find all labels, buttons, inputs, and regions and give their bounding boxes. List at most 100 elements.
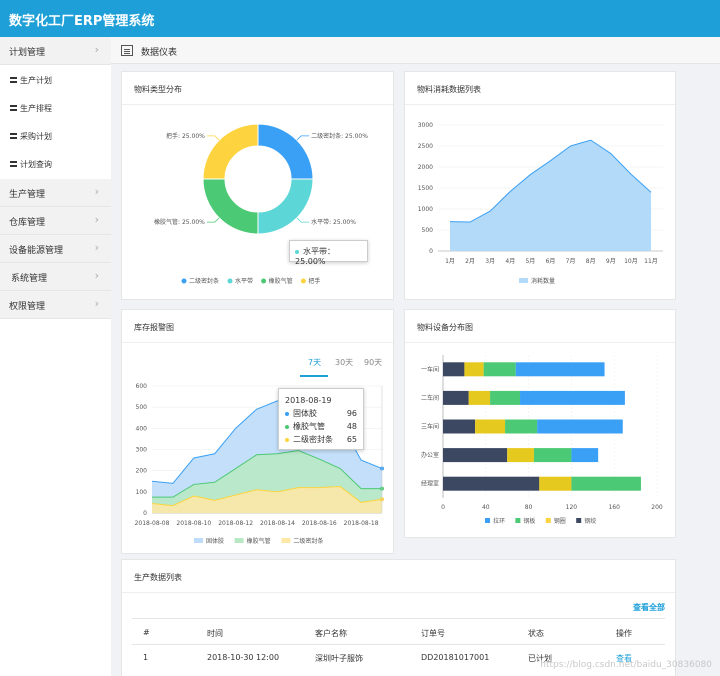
sidebar: 计划管理 › 生产计划 生产排程 采购计划 计划查询 生产管理 › 仓库管理 ›… bbox=[0, 37, 111, 676]
sidebar-subitem-query[interactable]: 计划查询 bbox=[0, 150, 111, 178]
y-tick-label: 500 bbox=[422, 227, 434, 234]
tooltip-row: 二级密封条 65 bbox=[285, 433, 357, 446]
sidebar-item-label: 仓库管理 bbox=[9, 218, 46, 228]
sidebar-item-system[interactable]: 系统管理 › bbox=[0, 263, 111, 291]
panel-title: 物料消耗数据列表 bbox=[417, 85, 481, 94]
x-tick-label: 2018-08-08 bbox=[135, 520, 170, 527]
production-table-panel: 生产数据列表 查看全部 # 时间 客户名称 订单号 状态 操作 1 2018-1… bbox=[121, 559, 676, 676]
sidebar-item-production[interactable]: 生产管理 › bbox=[0, 179, 111, 207]
sidebar-item-permission[interactable]: 权限管理 › bbox=[0, 291, 111, 319]
sidebar-subitem-scheduling[interactable]: 生产排程 bbox=[0, 94, 111, 122]
pie-chart: 二级密封条: 25.00% 水平带: 25.00% 橡胶气管: 25.00% 把手: … bbox=[154, 123, 368, 285]
legend-swatch bbox=[227, 278, 233, 284]
table-divider bbox=[132, 644, 665, 645]
pie-slice bbox=[257, 178, 314, 235]
tab-90-days[interactable]: 90天 bbox=[364, 357, 382, 368]
legend-label: 钢圈 bbox=[554, 517, 566, 525]
table-header-action: 操作 bbox=[616, 629, 632, 638]
sidebar-subitem-label: 生产排程 bbox=[20, 104, 52, 113]
tab-7-days[interactable]: 7天 bbox=[308, 357, 321, 368]
legend-label: 钢绞 bbox=[584, 517, 596, 525]
bar-segment bbox=[490, 390, 521, 405]
x-tick-label: 2018-08-16 bbox=[302, 520, 337, 527]
menu-icon bbox=[10, 133, 17, 139]
chevron-right-icon: › bbox=[94, 43, 99, 56]
bar-segment bbox=[520, 390, 625, 405]
legend-dot-icon bbox=[285, 437, 289, 442]
legend-label: 消耗数量 bbox=[531, 277, 555, 285]
tab-30-days[interactable]: 30天 bbox=[335, 357, 353, 368]
panel-title: 物料类型分布 bbox=[134, 85, 182, 94]
x-tick-label: 40 bbox=[482, 504, 490, 511]
y-tick-label: 一车间 bbox=[421, 365, 439, 373]
table-header-customer: 客户名称 bbox=[315, 629, 347, 638]
sidebar-item-label: 生产管理 bbox=[9, 190, 46, 200]
x-tick-label: 4月 bbox=[505, 258, 515, 265]
tooltip-series-name: 二级密封条 bbox=[293, 435, 333, 444]
pie-slice-label: 二级密封条: 25.00% bbox=[311, 132, 368, 140]
pie-slice bbox=[202, 123, 259, 180]
legend-label: 水平带 bbox=[235, 277, 253, 285]
sidebar-item-plan[interactable]: 计划管理 › bbox=[0, 37, 111, 65]
sidebar-subitem-purchase[interactable]: 采购计划 bbox=[0, 122, 111, 150]
legend-swatch bbox=[234, 538, 244, 543]
legend-swatch bbox=[515, 518, 521, 523]
x-tick-label: 7月 bbox=[566, 258, 576, 265]
bar-segment bbox=[505, 419, 538, 434]
consumption-area-chart: 0 500 1000 1500 2000 2500 3000 1月 2月 3月 4月 5月 6月 7月 8月… bbox=[418, 122, 663, 285]
x-tick-label: 2018-08-12 bbox=[218, 520, 253, 527]
pie-label-line bbox=[296, 135, 310, 141]
chevron-right-icon: › bbox=[94, 185, 99, 198]
legend-swatch bbox=[281, 538, 291, 543]
x-tick-label: 120 bbox=[566, 504, 578, 511]
chevron-right-icon: › bbox=[94, 269, 99, 282]
sidebar-item-label: 计划管理 bbox=[9, 48, 46, 58]
stock-alert-panel: 库存报警图 7天 30天 90天 0 100 200 300 400 500 600 2018… bbox=[121, 309, 394, 554]
x-tick-label: 2018-08-14 bbox=[260, 520, 295, 527]
menu-icon bbox=[10, 161, 17, 167]
sidebar-subitem-label: 生产计划 bbox=[20, 76, 52, 85]
panel-title: 生产数据列表 bbox=[134, 573, 182, 582]
legend-label: 二级密封条 bbox=[189, 277, 219, 285]
y-tick-label: 1000 bbox=[418, 206, 433, 213]
x-tick-label: 9月 bbox=[606, 258, 616, 265]
sidebar-subitem-production-plan[interactable]: 生产计划 bbox=[0, 66, 111, 94]
x-tick-label: 0 bbox=[441, 504, 445, 511]
bar-segment bbox=[507, 448, 534, 463]
tooltip-series-value: 48 bbox=[346, 422, 357, 431]
stock-tooltip: 2018-08-19 固体胶 96 橡胶气管 48 二级密封条 65 bbox=[278, 388, 364, 450]
bar-segment bbox=[515, 362, 605, 377]
bar-segment bbox=[571, 476, 641, 491]
view-all-link[interactable]: 查看全部 bbox=[633, 602, 665, 613]
legend-label: 橡胶气管 bbox=[247, 537, 271, 545]
table-header-status: 状态 bbox=[528, 629, 544, 638]
x-tick-label: 11月 bbox=[644, 258, 658, 265]
pie-slice-label: 把手: 25.00% bbox=[166, 132, 205, 140]
panel-header: 物料设备分布图 bbox=[405, 310, 675, 343]
x-tick-label: 200 bbox=[651, 504, 663, 511]
sidebar-item-label: 权限管理 bbox=[9, 302, 46, 312]
bar-segment bbox=[571, 448, 599, 463]
row-index: 1 bbox=[143, 653, 149, 662]
pie-slice-label: 橡胶气管: 25.00% bbox=[154, 218, 205, 226]
table-divider bbox=[132, 618, 665, 619]
bar-segment bbox=[537, 419, 623, 434]
menu-icon bbox=[10, 105, 17, 111]
menu-icon bbox=[10, 77, 17, 83]
sidebar-item-warehouse[interactable]: 仓库管理 › bbox=[0, 207, 111, 235]
pie-slice bbox=[202, 178, 259, 235]
panel-title: 物料设备分布图 bbox=[417, 323, 473, 332]
panel-header: 生产数据列表 bbox=[122, 560, 675, 593]
chevron-right-icon: › bbox=[94, 213, 99, 226]
legend-label: 拉环 bbox=[493, 517, 505, 525]
y-tick-label: 二车间 bbox=[421, 394, 439, 402]
tooltip-row: 橡胶气管 48 bbox=[285, 420, 357, 433]
panel-header: 库存报警图 bbox=[122, 310, 393, 343]
pie-tooltip: 水平带：25.00% bbox=[289, 240, 368, 266]
bar-segment bbox=[464, 362, 484, 377]
equipment-distribution-panel: 物料设备分布图 0 40 80 120 160 200 一车间 二车间 三车间 办公室 经理室 拉环 钢… bbox=[404, 309, 676, 538]
series-area bbox=[450, 140, 651, 251]
sidebar-item-equipment-energy[interactable]: 设备能源管理 › bbox=[0, 235, 111, 263]
table-header-index: # bbox=[143, 628, 150, 637]
y-tick-label: 100 bbox=[136, 489, 148, 496]
